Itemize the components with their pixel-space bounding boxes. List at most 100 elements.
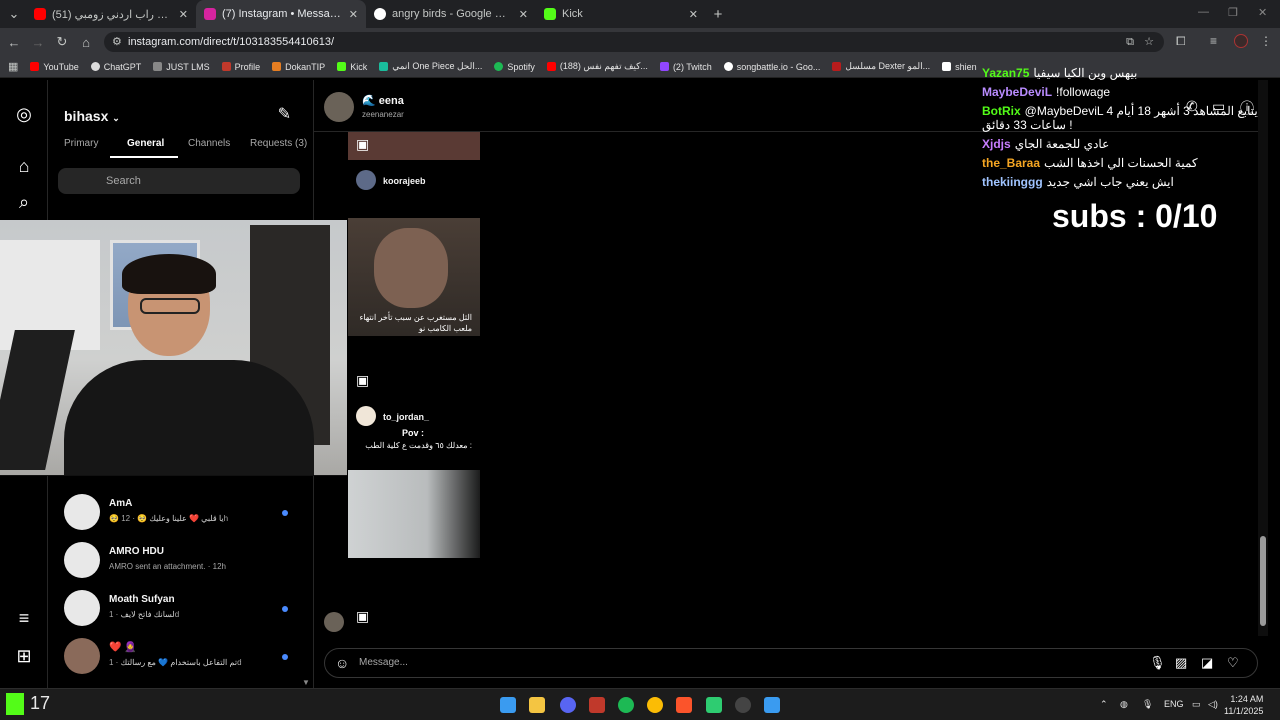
bookmark-spotify[interactable]: Spotify (494, 62, 535, 72)
bookmark-songbattle[interactable]: songbattle.io - Goo... (723, 62, 820, 72)
microphone-icon[interactable]: 🎙 (1149, 655, 1166, 671)
bookmark-dexter[interactable]: مسلسل Dexter المو... (832, 61, 930, 72)
maximize-icon[interactable]: ❐ (1228, 6, 1238, 19)
chevron-down-icon: ⌄ (112, 113, 120, 123)
site-info-icon[interactable]: ⚙ (112, 32, 122, 52)
bookmark-kick[interactable]: Kick (337, 62, 367, 72)
close-tab-icon[interactable]: ✕ (689, 8, 698, 21)
youtube-icon (546, 62, 556, 71)
install-app-icon[interactable]: ⧉ (1126, 32, 1134, 52)
scroll-down-arrow-icon[interactable]: ▼ (302, 678, 310, 687)
bookmark-label: (2) Twitch (672, 61, 712, 72)
message-input[interactable]: Message... (359, 657, 408, 668)
extensions-icon[interactable]: ⧠ (1176, 34, 1186, 49)
scroll-thumb[interactable] (1260, 536, 1266, 626)
username-label: bihasx (64, 108, 109, 124)
volume-icon[interactable]: ◁) (1208, 699, 1218, 710)
brave-icon[interactable] (676, 697, 692, 713)
shared-reel-thumbnail[interactable]: الثل مستغرب عن سبب تأخر انتهاء ملعب الكا… (348, 218, 480, 336)
stream-chat-message: BotRix @MaybeDeviL 4 يتابع المشاهد 3 أشهر… (982, 104, 1258, 118)
tab-primary[interactable]: Primary (64, 138, 98, 149)
browser-tab-google[interactable]: angry birds - Google Search ✕ (366, 0, 536, 28)
search-input[interactable]: Search (58, 168, 300, 194)
media-controls-icon[interactable]: ≡ (1210, 34, 1217, 48)
conversation-item[interactable]: Moath Sufyan لسانك فاتح لايف · 1d (64, 586, 300, 630)
twitch-icon (659, 62, 669, 71)
preview-text: AMRO sent an attachment. (109, 562, 206, 571)
shared-post-author[interactable]: koorajeeb (383, 176, 426, 186)
bookmark-chatgpt[interactable]: ChatGPT (90, 62, 141, 72)
also-from-meta-icon[interactable]: ⊞ (12, 646, 36, 670)
start-menu-icon[interactable] (500, 697, 516, 713)
bookmark-star-icon[interactable]: ☆ (1144, 32, 1154, 52)
network-icon[interactable]: ▭ (1192, 699, 1201, 710)
tray-microphone-icon[interactable]: 🎙 (1142, 699, 1153, 710)
webcam-streamer-hair (122, 254, 216, 294)
forward-icon[interactable]: → (26, 35, 50, 50)
shared-post-author[interactable]: to_jordan_ (383, 412, 429, 422)
instagram-logo-icon[interactable]: ◎ (12, 104, 36, 128)
tab-general[interactable]: General (127, 138, 164, 149)
bookmark-youtube[interactable]: YouTube (30, 62, 79, 72)
new-message-icon[interactable]: ✎ (278, 104, 291, 124)
search-icon[interactable]: ⌕ (12, 192, 36, 216)
reel-icon: ▣ (356, 372, 370, 388)
close-tab-icon[interactable]: ✕ (179, 8, 188, 21)
thread-name[interactable]: 🌊 eena (362, 94, 404, 107)
bookmark-shien[interactable]: shien (942, 62, 977, 72)
obs-icon[interactable] (735, 697, 751, 713)
new-tab-icon[interactable]: + (706, 6, 730, 23)
apps-grid-icon[interactable]: ▦ (8, 60, 18, 73)
browser-menu-icon[interactable]: ⋮ (1260, 34, 1272, 48)
avatar[interactable] (324, 92, 354, 122)
system-clock[interactable]: 1:24 AM 11/1/2025 (1224, 693, 1263, 717)
account-switcher[interactable]: bihasx ⌄ (64, 108, 120, 124)
browser-tab-kick[interactable]: Kick ✕ (536, 0, 706, 28)
url-text: instagram.com/direct/t/103183554410613/ (128, 36, 335, 48)
profile-avatar-icon[interactable] (1234, 34, 1248, 48)
shared-reel-thumbnail[interactable] (348, 470, 480, 558)
spotify-icon (494, 62, 504, 71)
close-tab-icon[interactable]: ✕ (349, 8, 358, 21)
file-explorer-icon[interactable] (529, 697, 545, 713)
close-tab-icon[interactable]: ✕ (519, 8, 528, 21)
notepad-icon[interactable] (764, 697, 780, 713)
browser-tab-instagram[interactable]: (7) Instagram • Messages ✕ (196, 0, 366, 28)
browser-tab-youtube[interactable]: (51) راب الأردن راب اردني زومبي ✕ (26, 0, 196, 28)
minimize-icon[interactable]: — (1198, 6, 1209, 18)
bookmark-youtube-video[interactable]: (188) كيف تفهم نفس... (546, 61, 648, 72)
bookmark-one-piece[interactable]: انمي One Piece الحل... (379, 61, 482, 72)
conversation-item[interactable]: AmA 🥺 يا قلبي ❤️ علينا وعليك 🥺 · 12h (64, 490, 300, 534)
bookmark-profile[interactable]: Profile (221, 61, 261, 72)
spotify-icon[interactable] (618, 697, 634, 713)
tab-channels[interactable]: Channels (188, 138, 230, 149)
conversation-item[interactable]: ❤️ 🧕 تم التفاعل باستخدام 💙 مع رسالتك · 1… (64, 634, 300, 678)
thread-scrollbar[interactable] (1258, 80, 1268, 636)
bookmark-dokantip[interactable]: DokanTIP (272, 62, 325, 72)
image-upload-icon[interactable]: ▨ (1175, 655, 1187, 671)
chrome-icon[interactable] (647, 697, 663, 713)
sticker-icon[interactable]: ◪ (1201, 655, 1213, 671)
tray-overflow-icon[interactable]: ⌃ (1100, 699, 1108, 710)
bookmark-just-lms[interactable]: JUST LMS (153, 62, 210, 72)
tray-app-icon[interactable]: ◍ (1120, 699, 1128, 710)
reload-icon[interactable]: ↻ (50, 34, 74, 50)
emoji-icon[interactable]: ☺ (335, 655, 349, 671)
video-editor-icon[interactable] (589, 697, 605, 713)
more-menu-icon[interactable]: ≡ (12, 608, 36, 632)
home-icon[interactable]: ⌂ (12, 156, 36, 180)
heart-icon[interactable]: ♡ (1227, 655, 1239, 671)
address-bar[interactable]: ⚙ instagram.com/direct/t/103183554410613… (104, 32, 1164, 52)
conversation-item[interactable]: AMRO HDU AMRO sent an attachment. · 12h (64, 538, 300, 582)
discord-icon[interactable] (560, 697, 576, 713)
gaming-app-icon[interactable] (706, 697, 722, 713)
bookmark-label: Profile (234, 61, 261, 72)
language-indicator[interactable]: ENG (1164, 699, 1184, 709)
tab-search-icon[interactable]: ⌄ (2, 6, 26, 22)
bookmark-twitch[interactable]: (2) Twitch (659, 61, 712, 72)
dokantip-icon (272, 62, 282, 71)
close-window-icon[interactable]: ✕ (1258, 6, 1267, 19)
tab-requests[interactable]: Requests (3) (250, 138, 307, 149)
back-icon[interactable]: ← (2, 35, 26, 50)
home-icon[interactable]: ⌂ (74, 35, 98, 50)
